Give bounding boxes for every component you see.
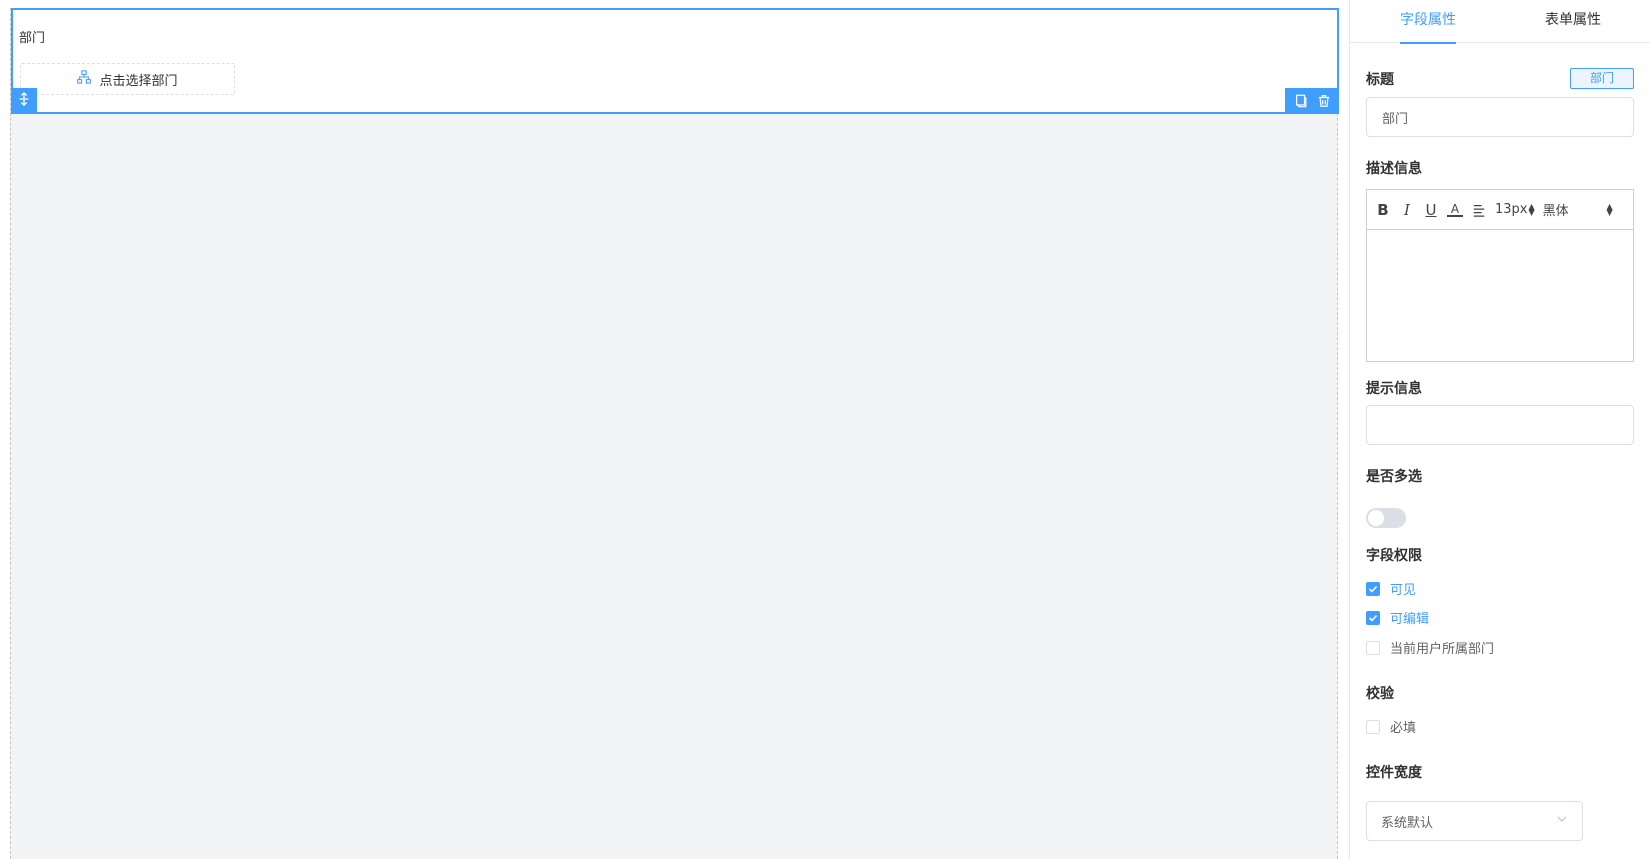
move-vertical-icon — [17, 91, 31, 110]
font-family-select[interactable]: 黑体 ▲ ▼ — [1543, 200, 1613, 219]
editor-content-area[interactable] — [1367, 230, 1633, 361]
chevron-down-icon — [1556, 813, 1568, 829]
copy-icon[interactable] — [1291, 91, 1311, 111]
align-button[interactable] — [1471, 201, 1487, 219]
checkbox-label: 当前用户所属部门 — [1390, 642, 1495, 657]
italic-button[interactable]: I — [1399, 201, 1415, 219]
form-canvas[interactable]: 部门 点击选择部门 — [10, 8, 1339, 859]
check-icon — [1368, 585, 1378, 593]
checkbox-box[interactable] — [1366, 610, 1380, 625]
editor-toolbar: B I U A 13px ▲ ▼ 黑体 ▲ ▼ — [1367, 190, 1633, 230]
align-icon — [1473, 204, 1485, 217]
properties-panel: 字段属性 表单属性 标题 部门 描述信息 B I U A 13px ▲▼ 黑体 … — [1349, 0, 1650, 859]
checkbox-box[interactable] — [1366, 640, 1380, 655]
field-type-tag: 部门 — [1570, 68, 1634, 89]
trash-icon[interactable] — [1314, 91, 1334, 111]
checkbox-label: 可见 — [1390, 583, 1417, 598]
validation-label: 校验 — [1366, 686, 1394, 702]
font-size-value: 13px — [1495, 202, 1528, 217]
select-department-button[interactable]: 点击选择部门 — [20, 63, 235, 95]
permissions-label: 字段权限 — [1366, 548, 1422, 564]
checkbox-editable[interactable]: 可编辑 — [1366, 608, 1429, 627]
multiple-label: 是否多选 — [1366, 469, 1422, 485]
multiple-toggle[interactable] — [1366, 508, 1406, 528]
select-department-label: 点击选择部门 — [99, 73, 178, 89]
check-icon — [1368, 614, 1378, 622]
checkbox-required[interactable]: 必填 — [1366, 717, 1416, 736]
title-input[interactable] — [1366, 97, 1634, 137]
bold-button[interactable]: B — [1375, 201, 1391, 219]
field-title: 部门 — [19, 31, 46, 46]
font-family-value: 黑体 — [1542, 204, 1569, 219]
description-label: 描述信息 — [1366, 161, 1422, 177]
drag-handle[interactable] — [11, 88, 37, 114]
tab-field-properties[interactable]: 字段属性 — [1400, 0, 1456, 44]
sort-arrows-icon: ▲ ▼ — [1528, 201, 1535, 217]
checkbox-label: 可编辑 — [1390, 612, 1430, 627]
department-field-card[interactable]: 部门 点击选择部门 — [11, 8, 1339, 114]
sort-arrows-icon: ▲ ▼ — [1606, 201, 1613, 217]
underline-button[interactable]: U — [1423, 201, 1439, 219]
checkbox-label: 必填 — [1390, 721, 1417, 736]
checkbox-box[interactable] — [1366, 719, 1380, 734]
card-actions — [1285, 88, 1339, 114]
checkbox-current-user-dept[interactable]: 当前用户所属部门 — [1366, 638, 1494, 657]
tab-form-properties[interactable]: 表单属性 — [1543, 0, 1603, 43]
hint-input[interactable] — [1366, 405, 1634, 445]
font-color-button[interactable]: A — [1447, 203, 1463, 217]
width-label: 控件宽度 — [1366, 765, 1422, 781]
checkbox-box[interactable] — [1366, 581, 1380, 596]
font-size-select[interactable]: 13px ▲ ▼ — [1495, 202, 1535, 217]
panel-tabs: 字段属性 表单属性 — [1350, 0, 1650, 44]
org-chart-icon — [77, 70, 92, 88]
title-label: 标题 — [1366, 72, 1394, 88]
checkbox-visible[interactable]: 可见 — [1366, 579, 1416, 598]
description-editor[interactable]: B I U A 13px ▲ ▼ 黑体 ▲ ▼ — [1366, 189, 1634, 362]
width-select[interactable]: 系统默认 — [1366, 801, 1583, 841]
hint-label: 提示信息 — [1366, 381, 1422, 397]
width-select-value: 系统默认 — [1381, 815, 1434, 831]
